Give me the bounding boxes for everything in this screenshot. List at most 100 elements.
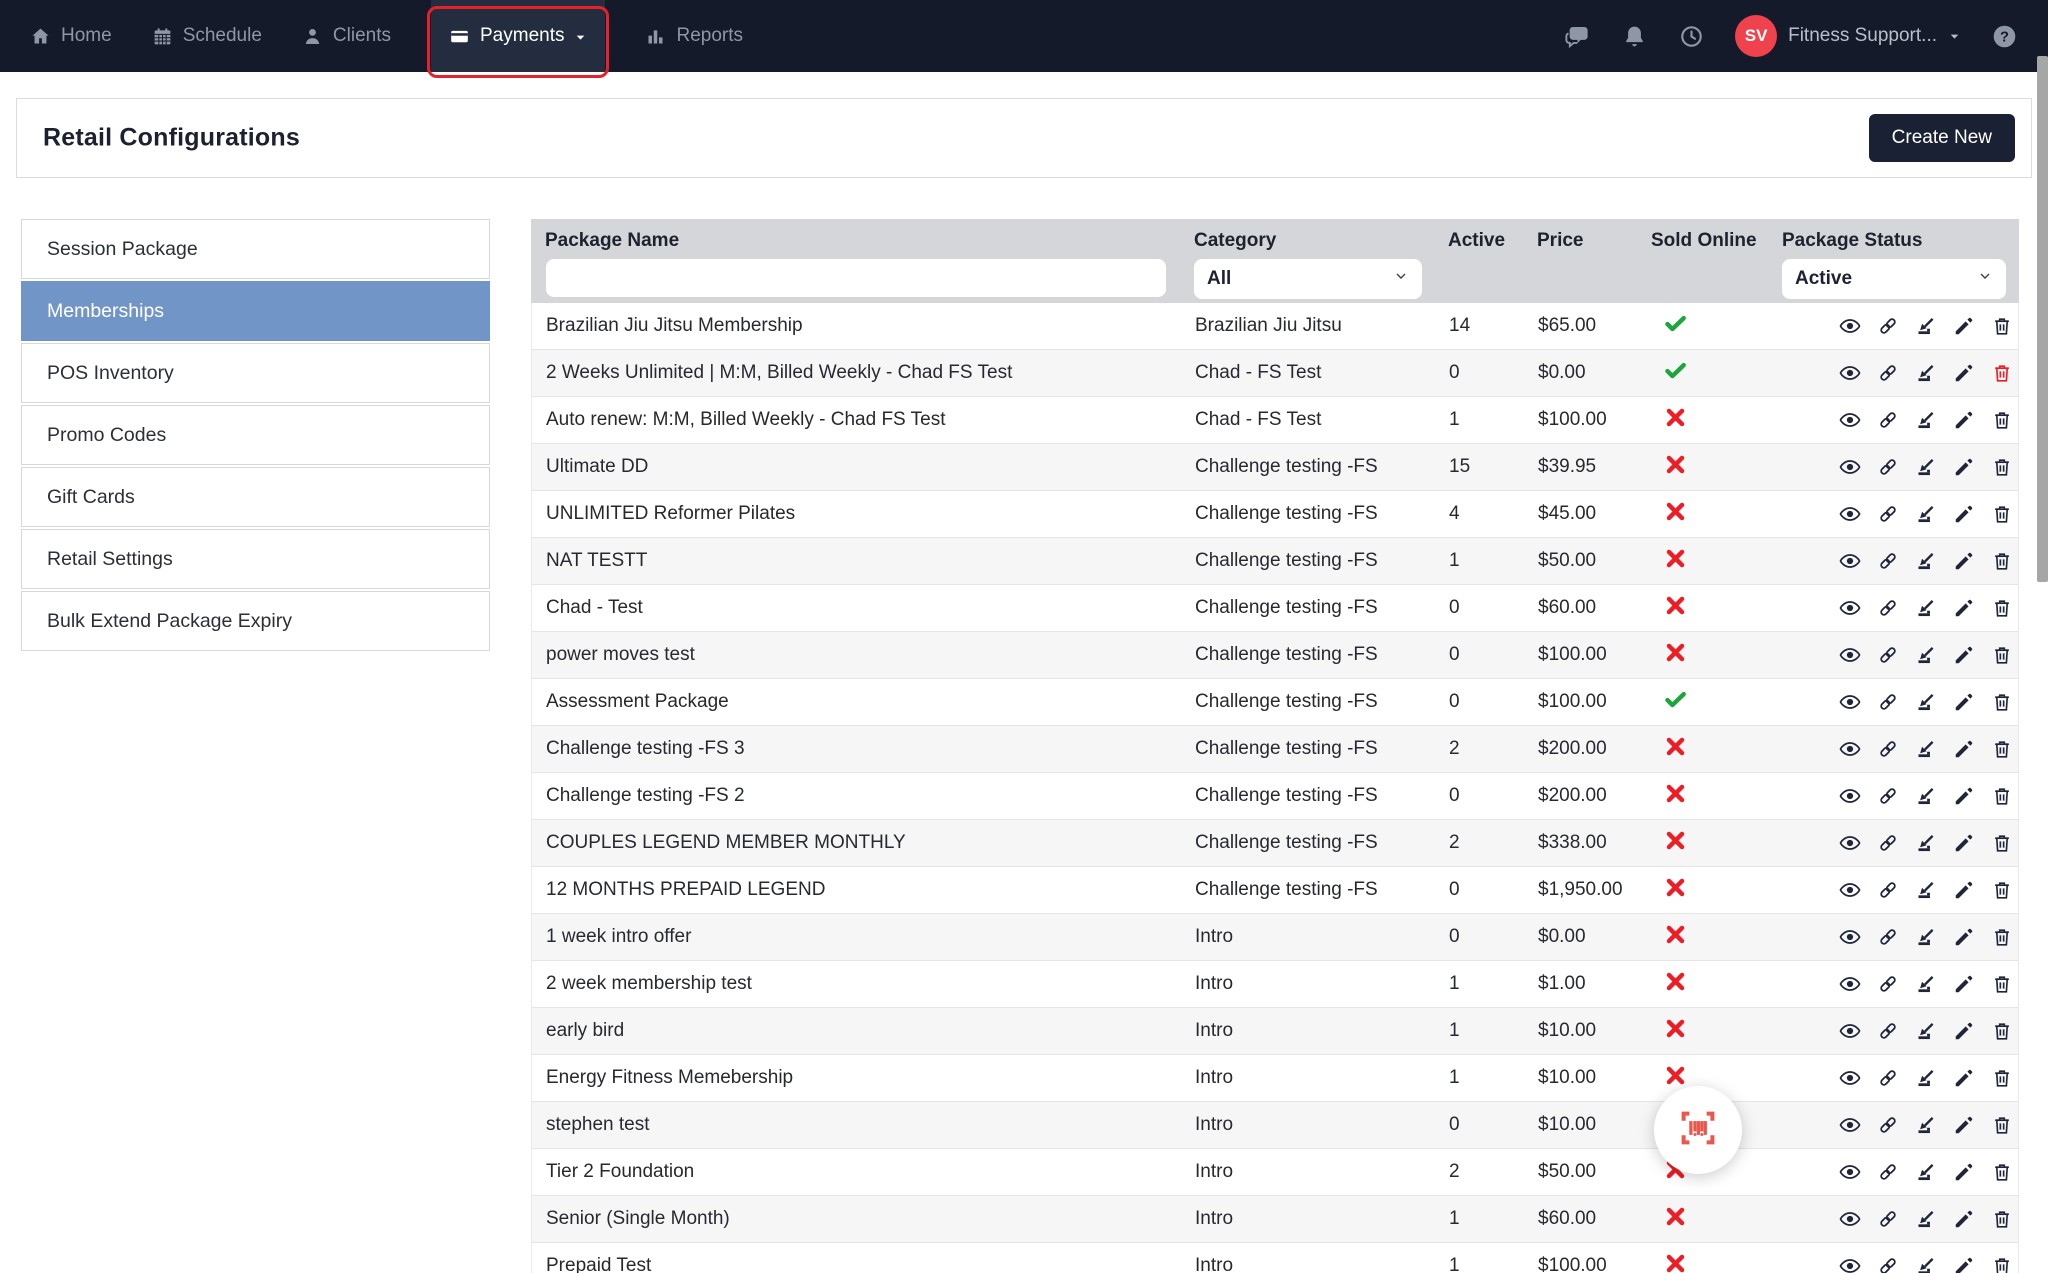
delete-button[interactable] <box>1991 926 2013 948</box>
nav-item-reports[interactable]: Reports <box>645 0 743 72</box>
sidebar-item-gift-cards[interactable]: Gift Cards <box>21 467 490 527</box>
link-button[interactable] <box>1877 456 1899 478</box>
link-button[interactable] <box>1877 973 1899 995</box>
edit-button[interactable] <box>1953 1255 1975 1273</box>
edit-button[interactable] <box>1953 315 1975 337</box>
edit-button[interactable] <box>1953 691 1975 713</box>
view-button[interactable] <box>1839 315 1861 337</box>
create-new-button[interactable]: Create New <box>1868 114 2015 162</box>
delete-button[interactable] <box>1991 550 2013 572</box>
view-button[interactable] <box>1839 973 1861 995</box>
link-button[interactable] <box>1877 315 1899 337</box>
view-button[interactable] <box>1839 785 1861 807</box>
import-button[interactable] <box>1915 644 1937 666</box>
delete-button[interactable] <box>1991 1255 2013 1273</box>
delete-button[interactable] <box>1991 832 2013 854</box>
status-filter-select[interactable]: Active <box>1782 259 2006 299</box>
edit-button[interactable] <box>1953 1208 1975 1230</box>
edit-button[interactable] <box>1953 973 1975 995</box>
edit-button[interactable] <box>1953 738 1975 760</box>
import-button[interactable] <box>1915 973 1937 995</box>
link-button[interactable] <box>1877 1020 1899 1042</box>
delete-button[interactable] <box>1991 315 2013 337</box>
import-button[interactable] <box>1915 879 1937 901</box>
import-button[interactable] <box>1915 503 1937 525</box>
nav-item-home[interactable]: Home <box>30 0 112 72</box>
view-button[interactable] <box>1839 550 1861 572</box>
delete-button[interactable] <box>1991 644 2013 666</box>
delete-button[interactable] <box>1991 691 2013 713</box>
import-button[interactable] <box>1915 315 1937 337</box>
edit-button[interactable] <box>1953 597 1975 619</box>
edit-button[interactable] <box>1953 550 1975 572</box>
delete-button[interactable] <box>1991 456 2013 478</box>
link-button[interactable] <box>1877 785 1899 807</box>
import-button[interactable] <box>1915 1208 1937 1230</box>
edit-button[interactable] <box>1953 503 1975 525</box>
edit-button[interactable] <box>1953 879 1975 901</box>
view-button[interactable] <box>1839 879 1861 901</box>
view-button[interactable] <box>1839 503 1861 525</box>
import-button[interactable] <box>1915 456 1937 478</box>
delete-button[interactable] <box>1991 879 2013 901</box>
edit-button[interactable] <box>1953 409 1975 431</box>
link-button[interactable] <box>1877 1161 1899 1183</box>
sidebar-item-session-package[interactable]: Session Package <box>21 219 490 279</box>
edit-button[interactable] <box>1953 1161 1975 1183</box>
package-name-filter-input[interactable] <box>546 259 1166 297</box>
sidebar-item-bulk-extend-package-expiry[interactable]: Bulk Extend Package Expiry <box>21 591 490 651</box>
view-button[interactable] <box>1839 409 1861 431</box>
link-button[interactable] <box>1877 503 1899 525</box>
delete-button[interactable] <box>1991 597 2013 619</box>
link-button[interactable] <box>1877 1067 1899 1089</box>
import-button[interactable] <box>1915 1255 1937 1273</box>
sidebar-item-pos-inventory[interactable]: POS Inventory <box>21 343 490 403</box>
sidebar-item-promo-codes[interactable]: Promo Codes <box>21 405 490 465</box>
import-button[interactable] <box>1915 1067 1937 1089</box>
view-button[interactable] <box>1839 644 1861 666</box>
notifications-bell-icon[interactable] <box>1621 23 1648 50</box>
delete-button[interactable] <box>1991 409 2013 431</box>
link-button[interactable] <box>1877 550 1899 572</box>
import-button[interactable] <box>1915 1161 1937 1183</box>
edit-button[interactable] <box>1953 456 1975 478</box>
edit-button[interactable] <box>1953 1067 1975 1089</box>
delete-button[interactable] <box>1991 1208 2013 1230</box>
barcode-scan-fab[interactable] <box>1654 1086 1742 1174</box>
import-button[interactable] <box>1915 1114 1937 1136</box>
link-button[interactable] <box>1877 409 1899 431</box>
link-button[interactable] <box>1877 926 1899 948</box>
import-button[interactable] <box>1915 550 1937 572</box>
import-button[interactable] <box>1915 362 1937 384</box>
link-button[interactable] <box>1877 738 1899 760</box>
edit-button[interactable] <box>1953 644 1975 666</box>
delete-button[interactable] <box>1991 503 2013 525</box>
import-button[interactable] <box>1915 832 1937 854</box>
delete-button[interactable] <box>1991 973 2013 995</box>
view-button[interactable] <box>1839 456 1861 478</box>
view-button[interactable] <box>1839 1020 1861 1042</box>
import-button[interactable] <box>1915 1020 1937 1042</box>
delete-button[interactable] <box>1991 1067 2013 1089</box>
import-button[interactable] <box>1915 691 1937 713</box>
avatar[interactable]: SV <box>1735 15 1778 57</box>
link-button[interactable] <box>1877 1208 1899 1230</box>
edit-button[interactable] <box>1953 785 1975 807</box>
view-button[interactable] <box>1839 1161 1861 1183</box>
view-button[interactable] <box>1839 362 1861 384</box>
history-clock-icon[interactable] <box>1678 23 1705 50</box>
view-button[interactable] <box>1839 926 1861 948</box>
view-button[interactable] <box>1839 1255 1861 1273</box>
link-button[interactable] <box>1877 362 1899 384</box>
import-button[interactable] <box>1915 409 1937 431</box>
nav-item-payments[interactable]: Payments <box>427 0 610 78</box>
link-button[interactable] <box>1877 691 1899 713</box>
link-button[interactable] <box>1877 1114 1899 1136</box>
import-button[interactable] <box>1915 597 1937 619</box>
delete-button[interactable] <box>1991 1020 2013 1042</box>
sidebar-item-retail-settings[interactable]: Retail Settings <box>21 529 490 589</box>
delete-button[interactable] <box>1991 1114 2013 1136</box>
import-button[interactable] <box>1915 785 1937 807</box>
edit-button[interactable] <box>1953 926 1975 948</box>
view-button[interactable] <box>1839 1114 1861 1136</box>
